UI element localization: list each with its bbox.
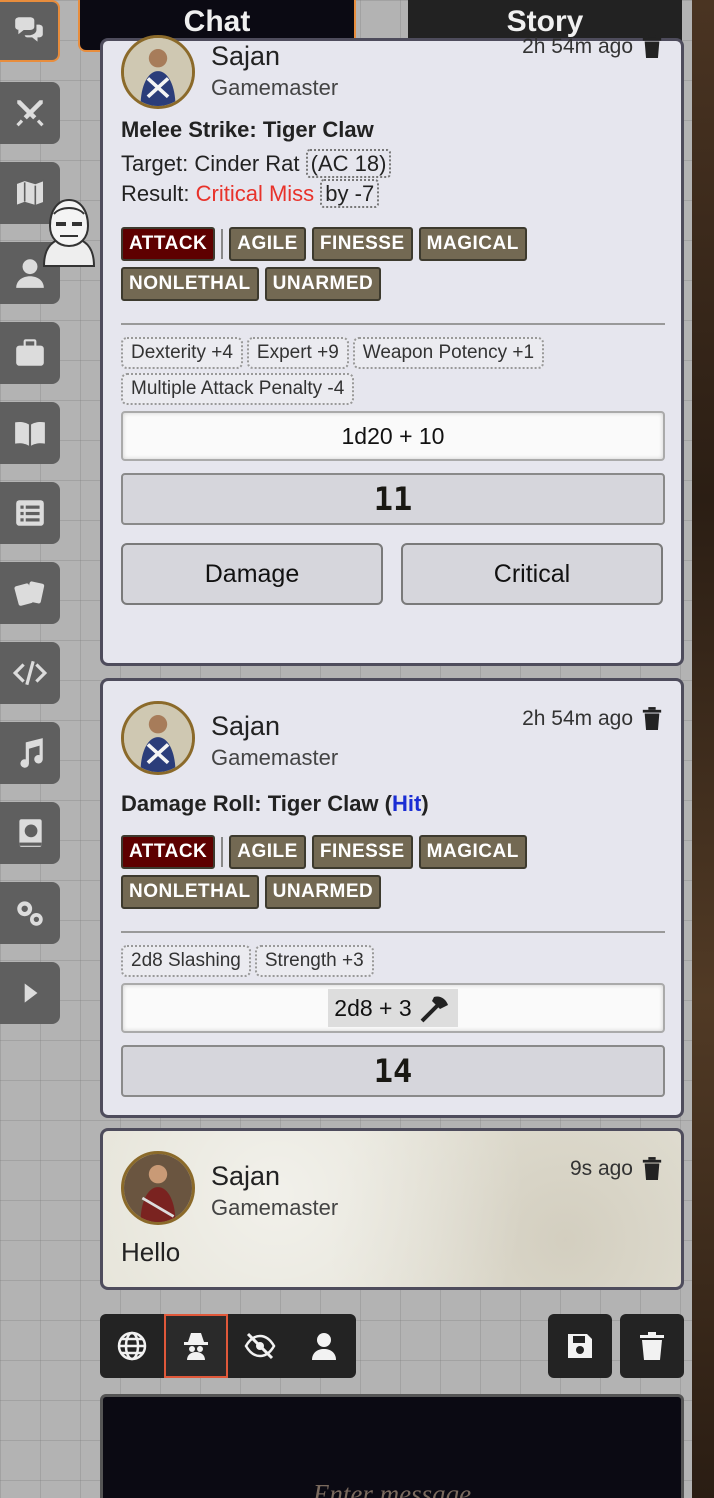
- player-avatar-token: [36, 196, 102, 274]
- incognito-icon[interactable]: [164, 1314, 228, 1378]
- trait-tag[interactable]: UNARMED: [264, 267, 382, 301]
- speaker-subtitle: Gamemaster: [211, 1195, 339, 1220]
- modifier-tag: Weapon Potency +1: [352, 337, 545, 369]
- crossed-swords-icon[interactable]: [0, 82, 60, 144]
- slashing-axe-icon: [420, 996, 448, 1023]
- chat-message-text: Sajan Gamemaster 9s ago Hello: [100, 1128, 684, 1290]
- cards-icon[interactable]: [0, 562, 60, 624]
- gears-icon[interactable]: [0, 882, 60, 944]
- message-timestamp: 9s ago: [569, 1157, 633, 1180]
- canvas-edge: [692, 0, 714, 1498]
- trash-icon[interactable]: [620, 1314, 684, 1378]
- damage-formula-part: 2d8 + 3: [328, 989, 458, 1027]
- chat-message-attack: Sajan Gamemaster 2h 54m ago Melee Strike…: [100, 35, 684, 666]
- divider: [121, 931, 665, 933]
- message-timestamp: 2h 54m ago: [522, 707, 633, 730]
- person-icon[interactable]: [292, 1314, 356, 1378]
- dice-formula[interactable]: 1d20 + 10: [121, 411, 665, 461]
- caret-right-icon[interactable]: [0, 962, 60, 1024]
- trait-tag[interactable]: FINESSE: [311, 835, 413, 869]
- critical-button[interactable]: Critical: [401, 543, 663, 605]
- trait-tag[interactable]: MAGICAL: [418, 227, 527, 261]
- modifier-tag: 2d8 Slashing: [121, 945, 251, 977]
- trait-tag[interactable]: MAGICAL: [418, 835, 527, 869]
- clear-log-button[interactable]: [620, 1314, 684, 1378]
- roll-target: Target: Cinder Rat (AC 18): [121, 149, 392, 178]
- trait-tag[interactable]: ATTACK: [121, 835, 216, 869]
- modifier-list: 2d8 Slashing Strength +3: [121, 945, 669, 977]
- globe-icon[interactable]: [100, 1314, 164, 1378]
- dice-total[interactable]: 14: [121, 1045, 665, 1097]
- dice-formula[interactable]: 2d8 + 3: [121, 983, 665, 1033]
- list-icon[interactable]: [0, 482, 60, 544]
- journal-globe-icon[interactable]: [0, 802, 60, 864]
- delete-message-trash-icon[interactable]: [641, 1157, 663, 1181]
- speaker-portrait: [121, 701, 195, 775]
- modifier-tag: Dexterity +4: [121, 337, 243, 369]
- trait-tag[interactable]: FINESSE: [311, 227, 413, 261]
- damage-button[interactable]: Damage: [121, 543, 383, 605]
- briefcase-icon[interactable]: [0, 322, 60, 384]
- delete-message-trash-icon[interactable]: [641, 707, 663, 731]
- eye-slash-icon[interactable]: [228, 1314, 292, 1378]
- speaker-subtitle: Gamemaster: [211, 75, 339, 100]
- message-timestamp: 2h 54m ago: [522, 35, 633, 58]
- divider: [121, 323, 665, 325]
- result-margin: by -7: [320, 179, 380, 208]
- trait-tag[interactable]: AGILE: [229, 227, 306, 261]
- modifier-list: Dexterity +4 Expert +9 Weapon Potency +1…: [121, 337, 669, 405]
- trait-tag[interactable]: ATTACK: [121, 227, 216, 261]
- speaker-portrait: [121, 1151, 195, 1225]
- tag-separator: [221, 837, 224, 867]
- chat-message-damage: Sajan Gamemaster 2h 54m ago Damage Roll:…: [100, 678, 684, 1118]
- speaker-name: Sajan: [211, 41, 281, 71]
- result-degree: Critical Miss: [195, 181, 315, 206]
- floppy-disk-icon[interactable]: [548, 1314, 612, 1378]
- code-icon[interactable]: [0, 642, 60, 704]
- speaker-name: Sajan: [211, 711, 281, 741]
- speaker-name: Sajan: [211, 1161, 281, 1191]
- roll-title: Damage Roll: Tiger Claw (Hit): [121, 791, 429, 816]
- speaker-portrait: [121, 35, 195, 109]
- chat-message-input[interactable]: Enter message: [100, 1394, 684, 1498]
- music-note-icon[interactable]: [0, 722, 60, 784]
- chat-input-placeholder: Enter message: [312, 1479, 472, 1498]
- dice-total[interactable]: 11: [121, 473, 665, 525]
- trait-tag[interactable]: AGILE: [229, 835, 306, 869]
- trait-tags: ATTACK AGILE FINESSE MAGICAL NONLETHAL U…: [121, 227, 669, 301]
- chat-bubbles-icon[interactable]: [0, 0, 60, 62]
- speaker-subtitle: Gamemaster: [211, 745, 339, 770]
- trait-tag[interactable]: NONLETHAL: [121, 875, 259, 909]
- open-book-icon[interactable]: [0, 402, 60, 464]
- trait-tags: ATTACK AGILE FINESSE MAGICAL NONLETHAL U…: [121, 835, 669, 909]
- roll-result: Result: Critical Miss by -7: [121, 179, 380, 208]
- trait-tag[interactable]: NONLETHAL: [121, 267, 259, 301]
- hit-label: Hit: [391, 791, 422, 816]
- modifier-tag: Expert +9: [246, 337, 349, 369]
- trait-tag[interactable]: UNARMED: [264, 875, 382, 909]
- export-log-button[interactable]: [548, 1314, 612, 1378]
- roll-title: Melee Strike: Tiger Claw: [121, 117, 374, 142]
- scene-controls: [0, 0, 60, 1060]
- tag-separator: [221, 229, 224, 259]
- delete-message-trash-icon[interactable]: [641, 35, 663, 59]
- roll-mode-group: [100, 1314, 356, 1378]
- modifier-tag: Strength +3: [254, 945, 374, 977]
- modifier-tag: Multiple Attack Penalty -4: [121, 373, 355, 405]
- message-content: Hello: [121, 1237, 181, 1267]
- target-ac: (AC 18): [305, 149, 392, 178]
